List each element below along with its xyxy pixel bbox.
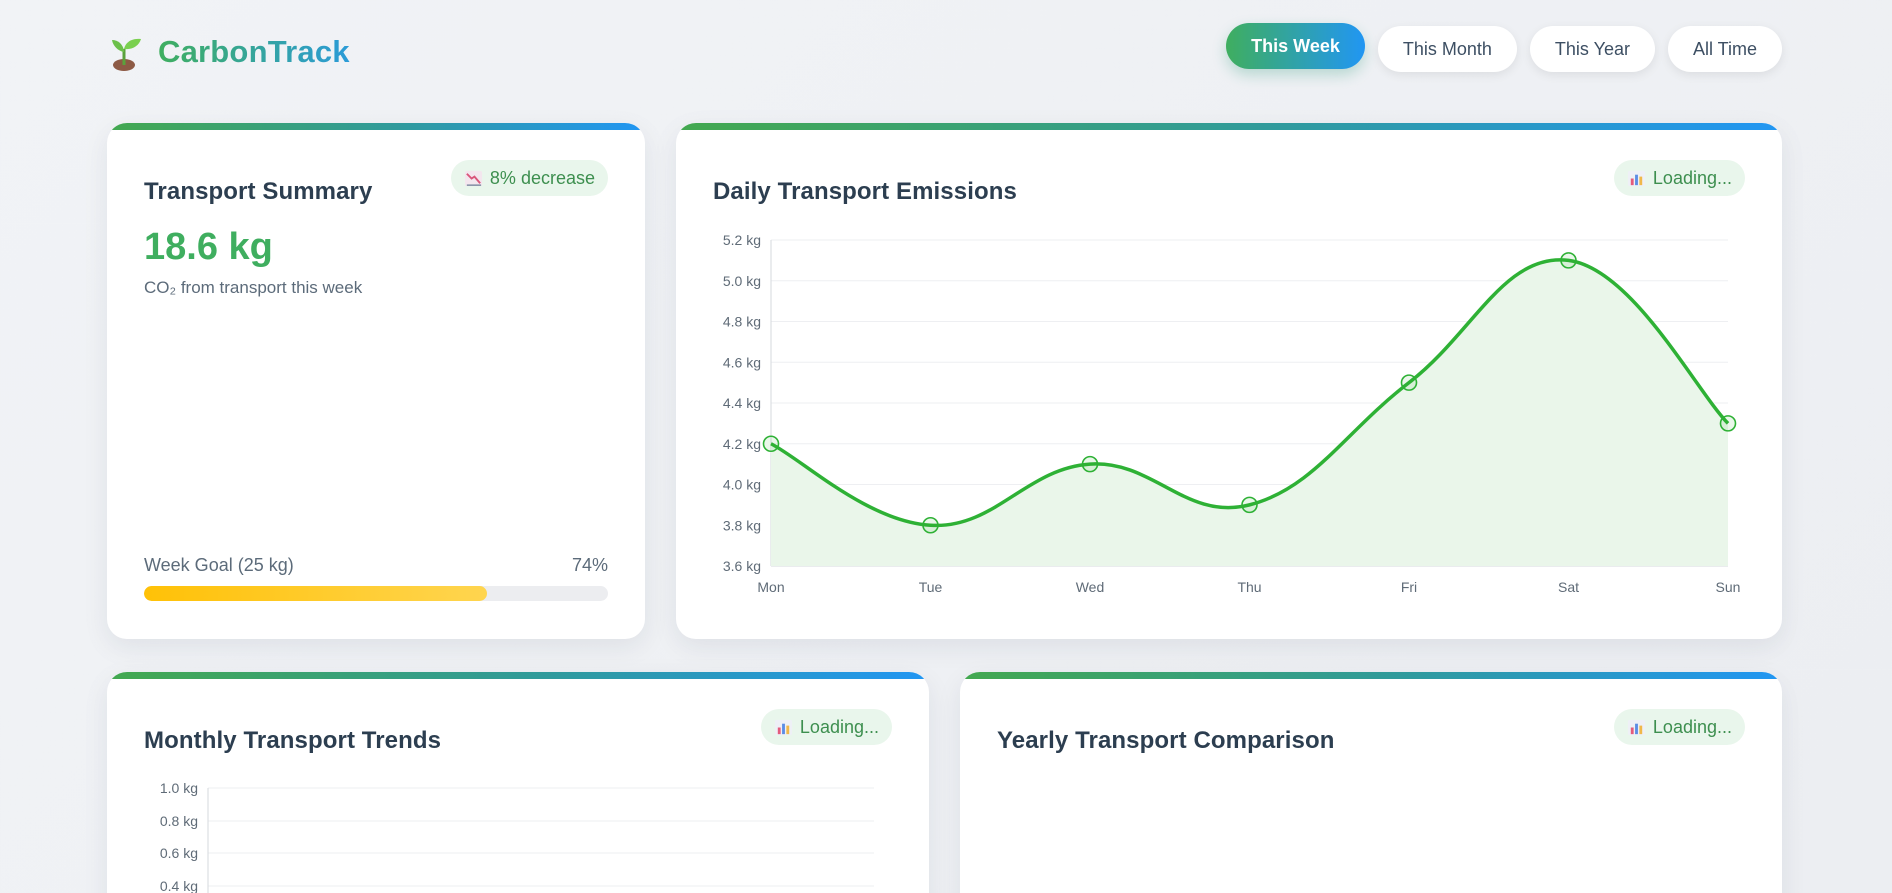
trend-badge-text: 8% decrease [489,167,595,188]
monthly-trends-card: Monthly Transport Trends Loading... 1.0 … [107,672,929,893]
y-tick-label: 4.6 kg [723,354,761,370]
data-point [1719,415,1737,432]
y-tick-label: 4.2 kg [723,436,761,452]
loading-badge: Loading... [1613,709,1745,745]
filter-this-year-button[interactable]: This Year [1529,26,1655,72]
x-tick-label: Thu [1237,579,1261,595]
transport-total-caption: CO₂ from transport this week [144,278,363,297]
yearly-comparison-card: Yearly Transport Comparison Loading... [960,672,1782,893]
x-tick-label: Mon [757,579,784,595]
filter-all-time-button[interactable]: All Time [1667,26,1782,72]
data-point [762,435,780,453]
data-point [1241,496,1258,514]
x-tick-label: Tue [919,579,943,595]
filter-this-week-button[interactable]: This Week [1226,23,1365,69]
y-tick-label: 0.4 kg [160,878,198,893]
header: CarbonTrack This Week This Month This Ye… [108,23,1782,78]
y-tick-label: 4.0 kg [723,477,761,493]
goal-percent: 74% [571,555,608,575]
series-area [771,259,1728,566]
app-logo[interactable]: CarbonTrack [108,32,350,72]
y-tick-label: 3.8 kg [723,517,761,533]
goal-progress-bar [144,586,608,601]
y-tick-label: 5.0 kg [723,273,761,289]
x-tick-label: Sun [1716,579,1741,595]
bar-chart-icon [1627,719,1645,735]
x-tick-label: Sat [1558,579,1579,595]
filter-this-month-button[interactable]: This Month [1377,26,1517,72]
data-point [1400,374,1418,391]
y-tick-label: 3.6 kg [723,558,761,574]
x-tick-label: Wed [1076,579,1105,595]
goal-label: Week Goal (25 kg) [144,555,294,575]
chart-decreasing-icon [464,170,482,186]
daily-emissions-card: Daily Transport Emissions Loading... 3.6… [676,123,1782,639]
y-tick-label: 4.4 kg [723,395,761,411]
y-tick-label: 0.8 kg [160,813,198,829]
monthly-trends-chart: 1.0 kg 0.8 kg 0.6 kg 0.4 kg [160,780,874,893]
y-tick-label: 1.0 kg [160,780,198,796]
app-name: CarbonTrack [158,34,350,69]
card-title: Transport Summary [144,178,373,205]
card-title: Yearly Transport Comparison [997,727,1335,754]
goal-progress-fill [144,586,488,601]
y-tick-label: 4.8 kg [723,314,761,330]
x-tick-label: Fri [1401,579,1417,595]
transport-total-value: 18.6 kg [144,226,273,268]
transport-summary-card: Transport Summary 8% decrease 18.6 kg CO… [107,123,645,639]
loading-badge-text: Loading... [1652,716,1732,737]
y-tick-label: 5.2 kg [723,232,761,248]
time-filter-group: This Week This Month This Year All Time [1226,23,1782,72]
data-point [1560,252,1577,269]
trend-badge: 8% decrease [450,160,608,196]
data-point [1081,455,1099,473]
data-point [922,516,939,534]
seedling-icon [112,38,141,71]
y-tick-label: 0.6 kg [160,845,198,861]
daily-emissions-chart: 3.6 kg 3.8 kg 4.0 kg 4.2 kg 4.4 kg 4.6 kg 4.8 … [723,232,1741,595]
